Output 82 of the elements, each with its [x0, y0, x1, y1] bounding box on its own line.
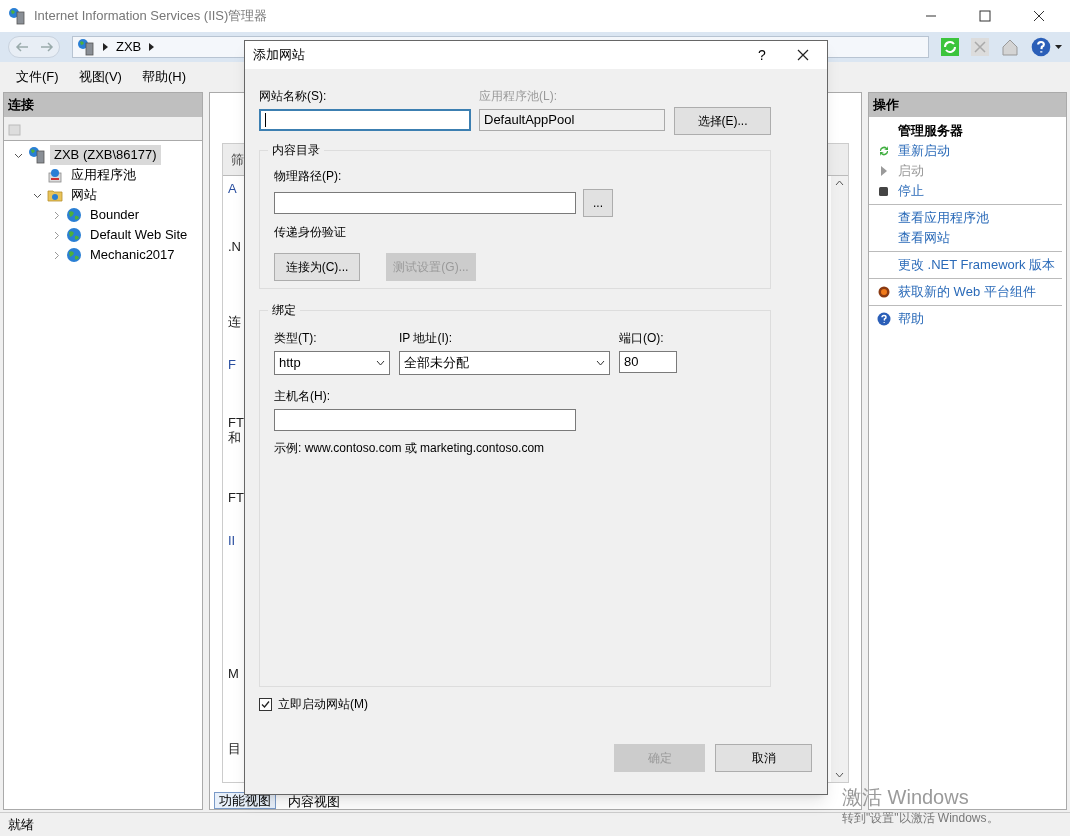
- site-name-field[interactable]: [259, 109, 471, 131]
- menu-item[interactable]: 文件(F): [8, 67, 67, 87]
- status-text: 就绪: [8, 815, 34, 834]
- group-label: M: [228, 666, 239, 681]
- checkbox-label[interactable]: 立即启动网站(M): [278, 695, 368, 713]
- home-icon[interactable]: [1001, 38, 1019, 56]
- field-label: 传递身份验证: [274, 224, 347, 241]
- stop-icon: [878, 185, 889, 197]
- server-icon: [8, 7, 26, 25]
- group-link[interactable]: II: [228, 533, 236, 548]
- dialog-button[interactable]: 选择(E)...: [674, 107, 771, 135]
- group-label: .N: [228, 239, 241, 254]
- ip-address-select[interactable]: 全部未分配: [399, 351, 610, 375]
- dropdown-arrow-icon[interactable]: [1055, 45, 1062, 49]
- action-link[interactable]: 查看应用程序池: [898, 208, 989, 228]
- breadcrumb-item[interactable]: ZXB: [116, 37, 142, 57]
- refresh-icon[interactable]: [941, 38, 959, 56]
- field-label: 应用程序池(L):: [479, 88, 558, 105]
- globe-icon: [66, 227, 82, 243]
- group-label: FT: [228, 490, 244, 505]
- action-link[interactable]: 帮助: [898, 309, 924, 329]
- physical-path-field[interactable]: [274, 192, 576, 214]
- example-text: 示例: www.contoso.com 或 marketing.contoso.com: [274, 440, 546, 457]
- help-icon[interactable]: [1031, 37, 1051, 57]
- group-label: 连: [228, 314, 241, 329]
- field-label: 物理路径(P):: [274, 168, 343, 185]
- section-title: 管理服务器: [898, 122, 963, 141]
- dialog-button[interactable]: 取消: [715, 744, 812, 772]
- group-label: FT 和: [228, 415, 244, 445]
- tree-item[interactable]: Default Web Site: [86, 225, 192, 245]
- activation-subtitle: 转到"设置"以激活 Windows。: [842, 810, 999, 827]
- action-link[interactable]: 重新启动: [898, 141, 950, 161]
- close-icon[interactable]: [797, 49, 809, 61]
- dialog-button[interactable]: 连接为(C)...: [274, 253, 360, 281]
- server-icon: [77, 38, 95, 56]
- group-title: 内容目录: [271, 142, 321, 159]
- server-icon: [28, 146, 46, 164]
- app-pool-icon: [47, 167, 63, 183]
- type-select[interactable]: http: [274, 351, 390, 375]
- field-label: 主机名(H):: [274, 388, 331, 405]
- tree-item[interactable]: 应用程序池: [67, 165, 140, 185]
- host-name-field[interactable]: [274, 409, 576, 431]
- menu-item[interactable]: 帮助(H): [133, 67, 194, 87]
- scroll-down-icon[interactable]: [835, 772, 844, 778]
- view-tab[interactable]: 内容视图: [284, 794, 344, 809]
- panel-header: 连接: [4, 93, 202, 117]
- group-link[interactable]: A: [228, 181, 237, 196]
- action-link[interactable]: 查看网站: [898, 228, 950, 248]
- breadcrumb-arrow-icon: [149, 43, 155, 51]
- scrollbar[interactable]: [831, 176, 848, 782]
- group-title: 绑定: [271, 302, 297, 319]
- tree-item[interactable]: Bounder: [86, 205, 144, 225]
- help-button[interactable]: ?: [745, 44, 779, 66]
- refresh-icon: [877, 145, 890, 157]
- tree-item[interactable]: 网站: [67, 185, 101, 205]
- dialog-button[interactable]: ...: [583, 189, 613, 217]
- group-label: 目: [228, 741, 241, 756]
- maximize-icon[interactable]: [979, 10, 991, 22]
- play-icon: [878, 165, 889, 177]
- help-icon: [876, 312, 891, 326]
- globe-icon: [66, 207, 82, 223]
- field-label: 网站名称(S):: [259, 88, 328, 105]
- action-link[interactable]: 更改 .NET Framework 版本: [898, 255, 1056, 275]
- folder-icon: [47, 187, 63, 203]
- scroll-up-icon[interactable]: [835, 180, 844, 186]
- port-field[interactable]: 80: [619, 351, 677, 373]
- breadcrumb-arrow-icon: [103, 43, 108, 51]
- action-link[interactable]: 停止: [898, 181, 924, 201]
- field-label: IP 地址(I):: [399, 330, 454, 347]
- globe-icon: [66, 247, 82, 263]
- tree-item[interactable]: ZXB (ZXB\86177): [50, 145, 161, 165]
- field-label: 类型(T):: [274, 330, 318, 347]
- window-title: Internet Information Services (IIS)管理器: [34, 7, 268, 26]
- menu-item[interactable]: 视图(V): [70, 67, 130, 87]
- close-icon[interactable]: [1033, 10, 1045, 22]
- dialog-title: 添加网站: [253, 46, 306, 65]
- checkbox[interactable]: [259, 697, 272, 711]
- field-label: 端口(O):: [619, 330, 665, 347]
- group-link[interactable]: F: [228, 357, 236, 372]
- tree-item[interactable]: Mechanic2017: [86, 245, 179, 265]
- action-link[interactable]: 获取新的 Web 平台组件: [898, 282, 1036, 302]
- panel-header: 操作: [869, 93, 1066, 117]
